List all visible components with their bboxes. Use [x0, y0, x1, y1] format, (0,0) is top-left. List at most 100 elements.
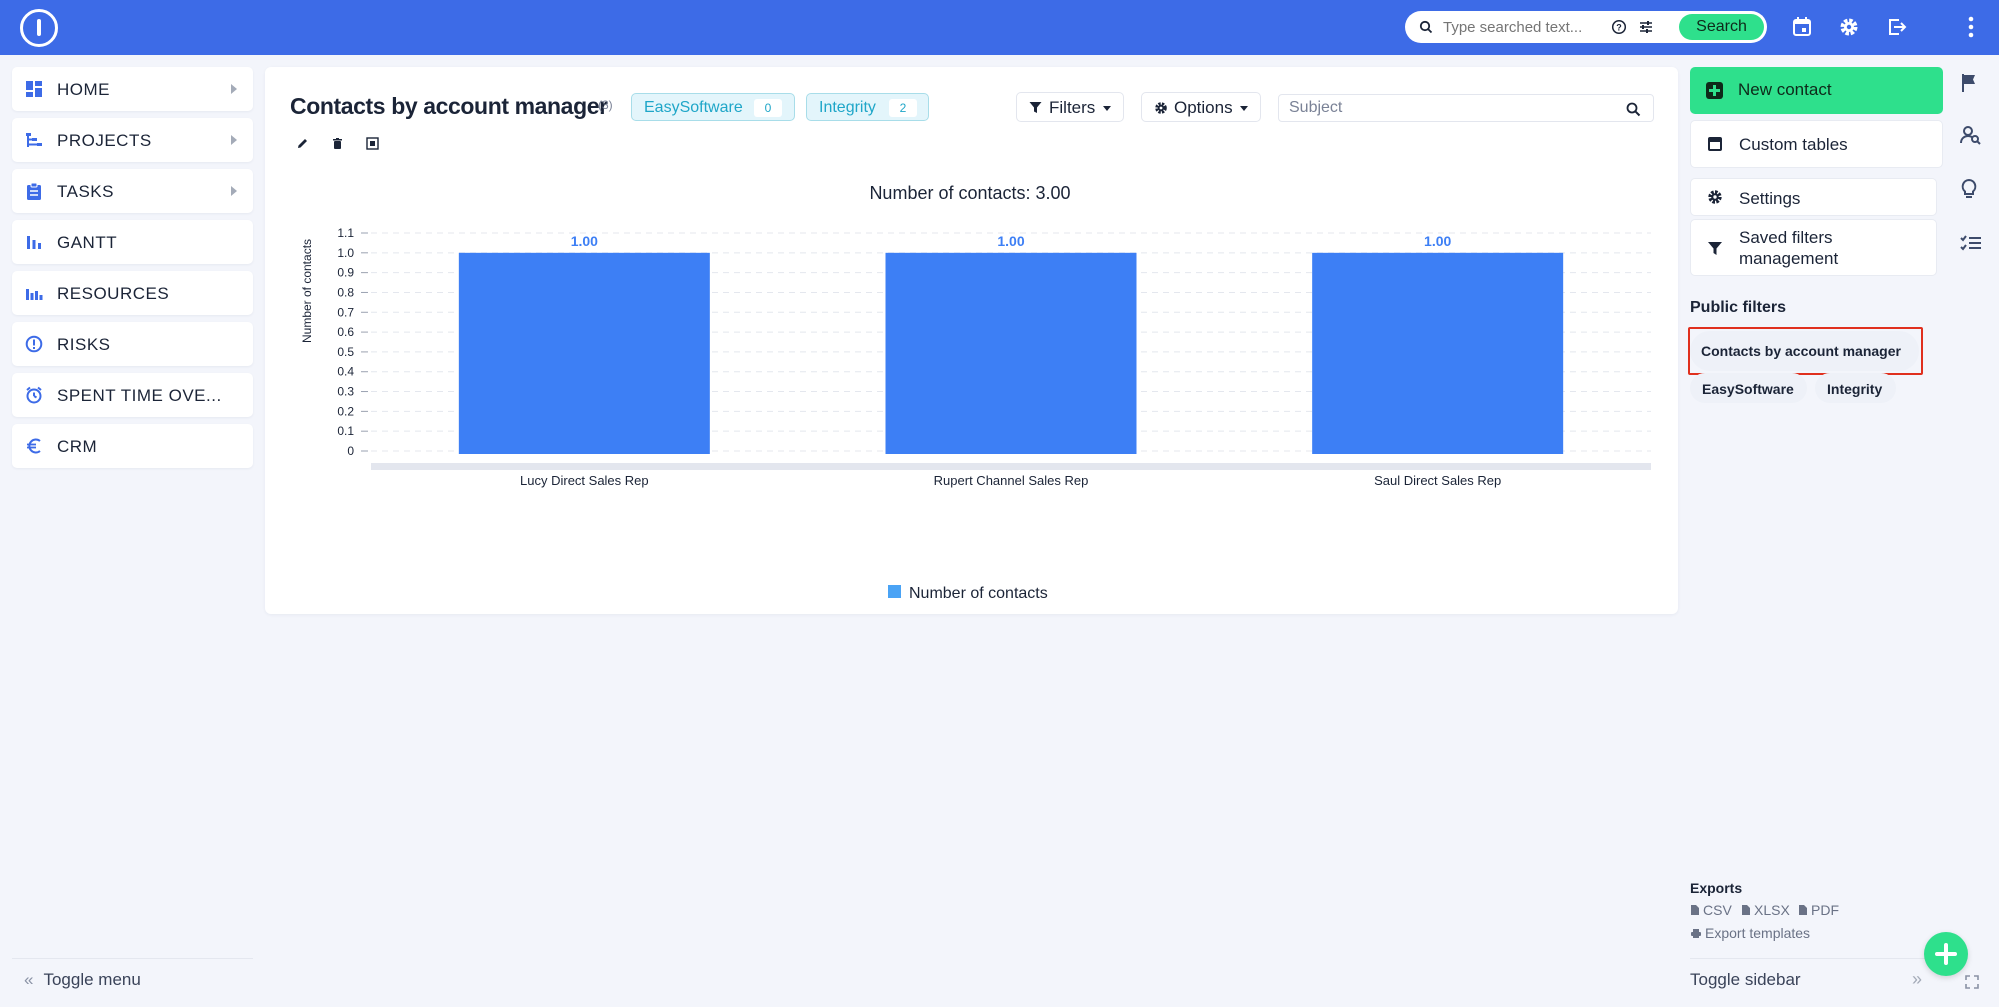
funnel-icon [1708, 242, 1722, 255]
calendar-icon[interactable] [1792, 16, 1812, 37]
logo-icon[interactable] [20, 9, 58, 47]
toggle-sidebar-button[interactable]: Toggle sidebar [1690, 970, 1801, 990]
dashboard-icon [26, 81, 42, 97]
x-axis-bar [371, 463, 1651, 470]
y-tick-label: 0.6 [337, 325, 354, 339]
file-icon [1742, 905, 1750, 915]
top-bar: ? Search [0, 0, 1999, 55]
sidebar-item-tasks[interactable]: TASKS [12, 169, 253, 213]
sidebar-item-gantt[interactable]: GANTT [12, 220, 253, 264]
saved-filters-button[interactable]: Saved filters management [1690, 219, 1937, 276]
funnel-icon [1029, 102, 1042, 113]
y-tick-label: 0.4 [337, 365, 354, 379]
more-vertical-icon[interactable] [1968, 16, 1974, 38]
legend-label: Number of contacts [909, 585, 1048, 602]
filters-label: Filters [1049, 98, 1096, 117]
export-xlsx-label: XLSX [1754, 902, 1790, 918]
file-icon [1799, 905, 1807, 915]
settings-button[interactable]: Settings [1690, 178, 1937, 216]
sidebar-item-risks[interactable]: RISKS [12, 322, 253, 366]
new-contact-label: New contact [1738, 80, 1832, 99]
chart-legend[interactable]: Number of contacts [888, 585, 1048, 602]
sidebar-item-crm[interactable]: CRM [12, 424, 253, 468]
legend-swatch [888, 585, 901, 598]
public-filter-easysoftware[interactable]: EasySoftware [1690, 373, 1807, 403]
custom-tables-button[interactable]: Custom tables [1690, 120, 1943, 168]
logout-icon[interactable] [1886, 16, 1908, 38]
options-dropdown[interactable]: Options [1141, 92, 1261, 122]
filters-dropdown[interactable]: Filters [1016, 92, 1124, 122]
subject-input[interactable] [1289, 99, 1609, 117]
subject-search [1278, 94, 1654, 122]
global-search-input[interactable] [1443, 18, 1613, 36]
sidebar-item-label: GANTT [57, 233, 118, 252]
alarm-icon [26, 386, 42, 404]
user-search-icon[interactable] [1960, 125, 1982, 145]
capture-icon [366, 137, 379, 150]
tag-label: EasySoftware [644, 99, 743, 116]
sidebar-item-home[interactable]: HOME [12, 67, 253, 111]
y-tick-label: 0.1 [337, 424, 354, 438]
chart-bar[interactable] [885, 252, 1137, 454]
tune-icon[interactable] [1638, 19, 1654, 35]
filter-label: EasySoftware [1702, 381, 1794, 397]
search-icon [1419, 20, 1433, 34]
y-tick-label: 1.1 [337, 226, 354, 240]
gear-icon [1708, 190, 1722, 204]
edit-button[interactable] [290, 134, 316, 154]
public-filters-heading: Public filters [1690, 299, 1787, 316]
tag-easysoftware[interactable]: EasySoftware 0 [631, 93, 795, 121]
checklist-icon[interactable] [1960, 235, 1982, 253]
clipboard-icon [27, 182, 41, 200]
tag-integrity[interactable]: Integrity 2 [806, 93, 929, 121]
search-icon[interactable] [1626, 102, 1641, 117]
export-pdf-label: PDF [1811, 902, 1839, 918]
chart-bar[interactable] [458, 252, 710, 454]
x-tick-label: Rupert Channel Sales Rep [934, 473, 1089, 488]
page-title: Contacts by account manager [290, 93, 608, 119]
export-csv-link[interactable]: CSV [1690, 902, 1732, 918]
data-label: 1.00 [997, 233, 1024, 249]
flag-icon[interactable] [1960, 73, 1978, 93]
data-label: 1.00 [1424, 233, 1451, 249]
table-icon [1708, 137, 1722, 151]
search-button[interactable]: Search [1679, 14, 1764, 40]
public-filter-integrity[interactable]: Integrity [1815, 373, 1896, 403]
euro-icon [27, 438, 41, 454]
toggle-menu-label: Toggle menu [43, 970, 141, 989]
screenshot-button[interactable] [360, 134, 386, 154]
sidebar-item-label: SPENT TIME OVE... [57, 386, 222, 405]
chart-y-axis-label: Number of contacts [300, 239, 314, 343]
y-tick-label: 0.3 [337, 385, 354, 399]
chart-bar[interactable] [1312, 252, 1564, 454]
gantt-icon [27, 236, 41, 249]
projects-icon [26, 133, 42, 147]
options-label: Options [1174, 98, 1233, 117]
double-chevron-right-icon[interactable]: » [1912, 969, 1922, 990]
trash-icon [333, 138, 342, 149]
gear-icon [1155, 102, 1167, 114]
sidebar-item-projects[interactable]: PROJECTS [12, 118, 253, 162]
sidebar-item-label: TASKS [57, 182, 114, 201]
sidebar-item-label: RESOURCES [57, 284, 170, 303]
new-contact-button[interactable]: New contact [1690, 67, 1943, 114]
y-tick-label: 0.8 [337, 285, 354, 299]
settings-label: Settings [1739, 189, 1801, 208]
export-xlsx-link[interactable]: XLSX [1741, 902, 1790, 918]
gear-icon[interactable] [1838, 16, 1860, 38]
help-icon[interactable]: ? [1611, 19, 1627, 35]
export-templates-link[interactable]: Export templates [1690, 925, 1810, 941]
fullscreen-icon[interactable] [1965, 975, 1979, 989]
sidebar-item-resources[interactable]: RESOURCES [12, 271, 253, 315]
custom-tables-label: Custom tables [1739, 135, 1848, 154]
sidebar-divider [12, 958, 253, 959]
lightbulb-icon[interactable] [1960, 178, 1978, 200]
export-pdf-link[interactable]: PDF [1798, 902, 1839, 918]
y-tick-label: 0.7 [337, 305, 354, 319]
plus-square-icon [1706, 82, 1723, 99]
toggle-menu-button[interactable]: « Toggle menu [24, 970, 141, 990]
sidebar-item-spent-time[interactable]: SPENT TIME OVE... [12, 373, 253, 417]
delete-button[interactable] [325, 134, 351, 154]
y-tick-label: 0.2 [337, 404, 354, 418]
quick-add-button[interactable] [1924, 932, 1968, 976]
